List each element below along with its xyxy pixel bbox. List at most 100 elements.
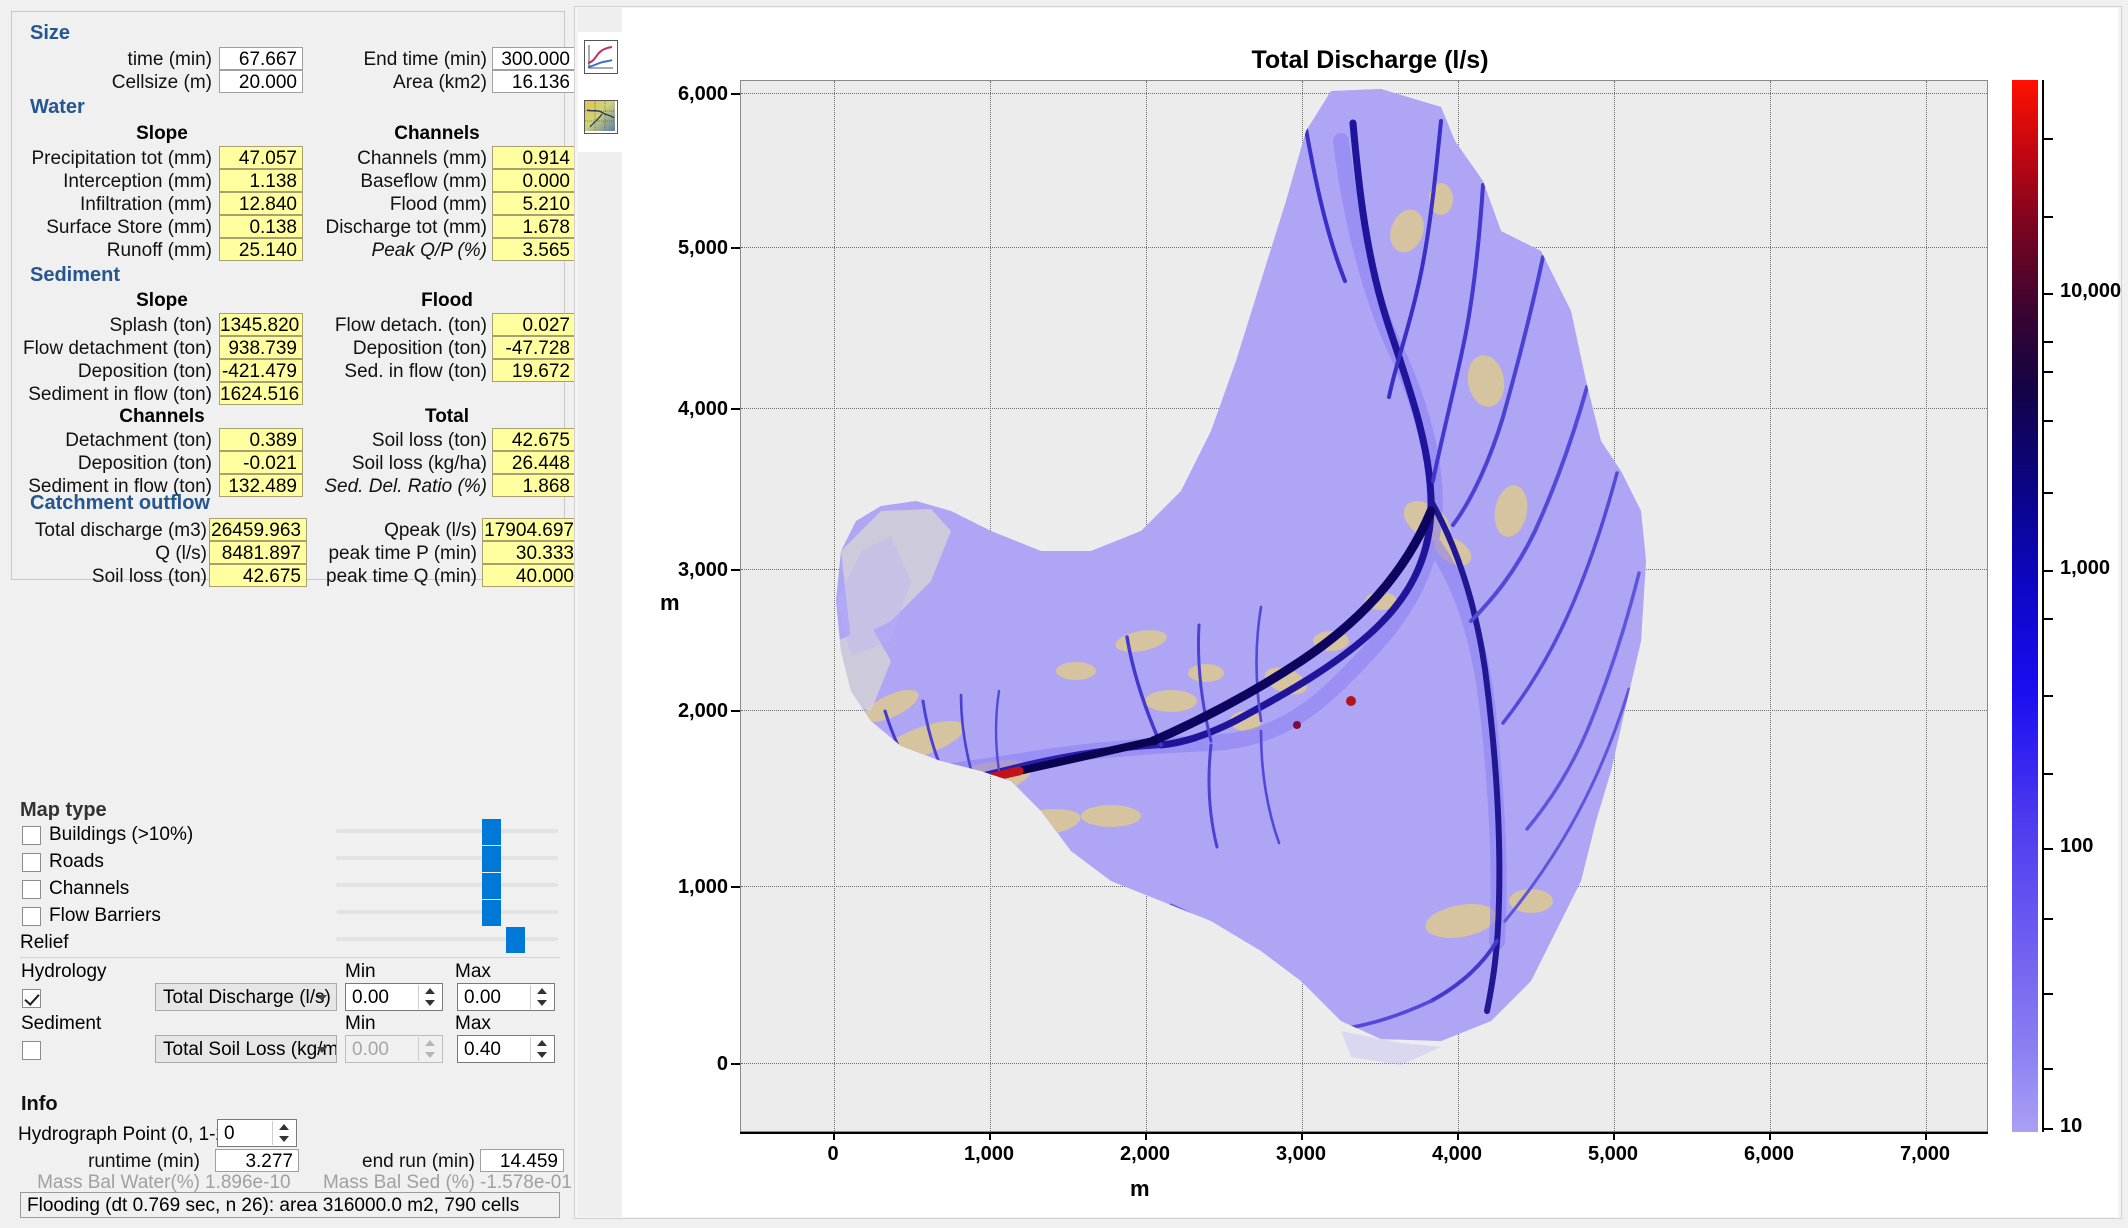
y-tick-5000: 5,000 (677, 237, 728, 259)
slider-roads[interactable] (336, 846, 558, 872)
select-hydrology-value: Total Discharge (l/s) (163, 987, 331, 1008)
field-time[interactable]: 67.667 (219, 47, 303, 70)
checkbox-sediment[interactable] (22, 1041, 41, 1060)
label-surface-store: Surface Store (mm) (46, 217, 212, 238)
field-end-time[interactable]: 300.000 (492, 47, 576, 70)
spinner-up-icon[interactable] (537, 1040, 547, 1046)
slider-knob[interactable] (482, 819, 501, 845)
label-time: time (min) (127, 49, 212, 70)
spin-hydrology-min[interactable]: 0.00 (345, 983, 443, 1011)
label-hydrology-min: Min (345, 961, 376, 982)
subhead-sed-flood: Flood (421, 290, 473, 311)
x-tick-0: 0 (827, 1143, 839, 1165)
y-tick-2000: 2,000 (677, 700, 728, 722)
field-sed-del-ratio: 1.868 (492, 474, 576, 497)
label-runoff: Runoff (mm) (106, 240, 212, 261)
section-water: Water (30, 96, 85, 118)
y-tick-1000: 1,000 (677, 876, 728, 898)
map-thumbnail-icon (584, 100, 618, 134)
label-sediment-max: Max (455, 1013, 491, 1034)
slider-relief[interactable] (336, 927, 558, 953)
checkbox-channels[interactable] (22, 880, 41, 899)
spin-hydrograph-point-value: 0 (224, 1123, 235, 1144)
tab-hydrograph[interactable] (578, 32, 622, 92)
slider-knob[interactable] (506, 927, 525, 953)
field-peak-q-p: 3.565 (492, 238, 576, 261)
colorbar-tickmark-minor-9 (2042, 773, 2053, 775)
y-tick-0: 0 (716, 1053, 728, 1075)
x-tickmark-7000 (1925, 1132, 1927, 1140)
tab-map[interactable] (578, 92, 622, 152)
field-cellsize[interactable]: 20.000 (219, 70, 303, 93)
x-tick-3000: 3,000 (1275, 1143, 1327, 1165)
iowa-lisem-window: Size time (min) 67.667 End time (min) 30… (0, 0, 2128, 1228)
x-tickmark-3000 (1301, 1132, 1303, 1140)
y-tickmark-6000 (731, 93, 740, 95)
spinner-down-icon[interactable] (537, 1052, 547, 1058)
spinner-down-icon[interactable] (537, 1000, 547, 1006)
colorbar-label-10000: 10,000 (2060, 280, 2122, 302)
slider-buildings[interactable] (336, 819, 558, 845)
spinner-down-icon[interactable] (279, 1136, 289, 1142)
x-tick-4000: 4,000 (1431, 1143, 1483, 1165)
colorbar-tickmark-minor-5 (2042, 420, 2053, 422)
map-plot-area[interactable] (740, 80, 1988, 1132)
spin-sediment-min-value: 0.00 (352, 1039, 389, 1060)
section-size: Size (30, 22, 71, 44)
field-area[interactable]: 16.136 (492, 70, 576, 93)
x-tick-6000: 6,000 (1743, 1143, 1795, 1165)
spinner-buttons[interactable] (272, 1121, 295, 1145)
spinner-up-icon[interactable] (425, 988, 435, 994)
label-sediment-min: Min (345, 1013, 376, 1034)
checkbox-roads[interactable] (22, 853, 41, 872)
field-sediment-in-flow-slope: 1624.516 (219, 382, 303, 405)
field-infiltration: 12.840 (219, 192, 303, 215)
select-sediment-variable[interactable]: Total Soil Loss (kg/m2 (155, 1035, 337, 1063)
slider-knob[interactable] (482, 846, 501, 872)
label-channels: Channels (49, 878, 130, 899)
spinner-up-icon (425, 1040, 435, 1046)
field-end-run: 14.459 (480, 1149, 564, 1172)
spin-sediment-max[interactable]: 0.40 (457, 1035, 555, 1063)
spinner-down-icon[interactable] (425, 1000, 435, 1006)
chevron-down-icon (317, 1047, 327, 1053)
field-deposition-flood: -47.728 (492, 336, 576, 359)
slider-flow-barriers[interactable] (336, 900, 558, 926)
spinner-up-icon[interactable] (537, 988, 547, 994)
select-hydrology-variable[interactable]: Total Discharge (l/s) (155, 983, 337, 1011)
checkbox-hydrology[interactable] (22, 989, 41, 1008)
x-tick-2000: 2,000 (1119, 1143, 1171, 1165)
spinner-buttons[interactable] (418, 985, 441, 1009)
slider-track (336, 856, 558, 860)
section-catchment-outflow: Catchment outflow (30, 492, 210, 514)
spin-hydrology-max[interactable]: 0.00 (457, 983, 555, 1011)
colorbar-tickmark-1000 (2042, 570, 2053, 572)
checkbox-buildings[interactable] (22, 826, 41, 845)
label-precipitation-tot: Precipitation tot (mm) (31, 148, 212, 169)
select-sediment-value: Total Soil Loss (kg/m2 (163, 1039, 337, 1060)
value-mass-bal-sed: -1.578e-01 (480, 1172, 572, 1193)
chart-canvas: Total Discharge (l/s) 0 1,000 2,000 3,00… (622, 8, 2122, 1217)
line-chart-icon (584, 40, 618, 74)
checkbox-flow-barriers[interactable] (22, 907, 41, 926)
slider-knob[interactable] (482, 873, 501, 899)
section-sediment: Sediment (30, 264, 121, 286)
x-axis-line (740, 1132, 1988, 1134)
y-tickmark-2000 (731, 710, 740, 712)
label-soil-loss-ton: Soil loss (ton) (371, 430, 487, 451)
slider-knob[interactable] (482, 900, 501, 926)
field-qpeak: 17904.697 (482, 518, 580, 541)
spinner-buttons[interactable] (530, 985, 553, 1009)
field-flow-detachment: 938.739 (219, 336, 303, 359)
spin-hydrograph-point[interactable]: 0 (217, 1119, 297, 1147)
label-discharge-tot: Discharge tot (mm) (325, 217, 487, 238)
slider-channels[interactable] (336, 873, 558, 899)
spinner-down-icon (425, 1052, 435, 1058)
x-tick-5000: 5,000 (1587, 1143, 1639, 1165)
x-tickmark-2000 (1145, 1132, 1147, 1140)
spinner-buttons[interactable] (530, 1037, 553, 1061)
x-tickmark-0 (833, 1132, 835, 1140)
label-qpeak: Qpeak (l/s) (384, 520, 477, 541)
spinner-up-icon[interactable] (279, 1124, 289, 1130)
subhead-water-slope: Slope (136, 123, 188, 144)
